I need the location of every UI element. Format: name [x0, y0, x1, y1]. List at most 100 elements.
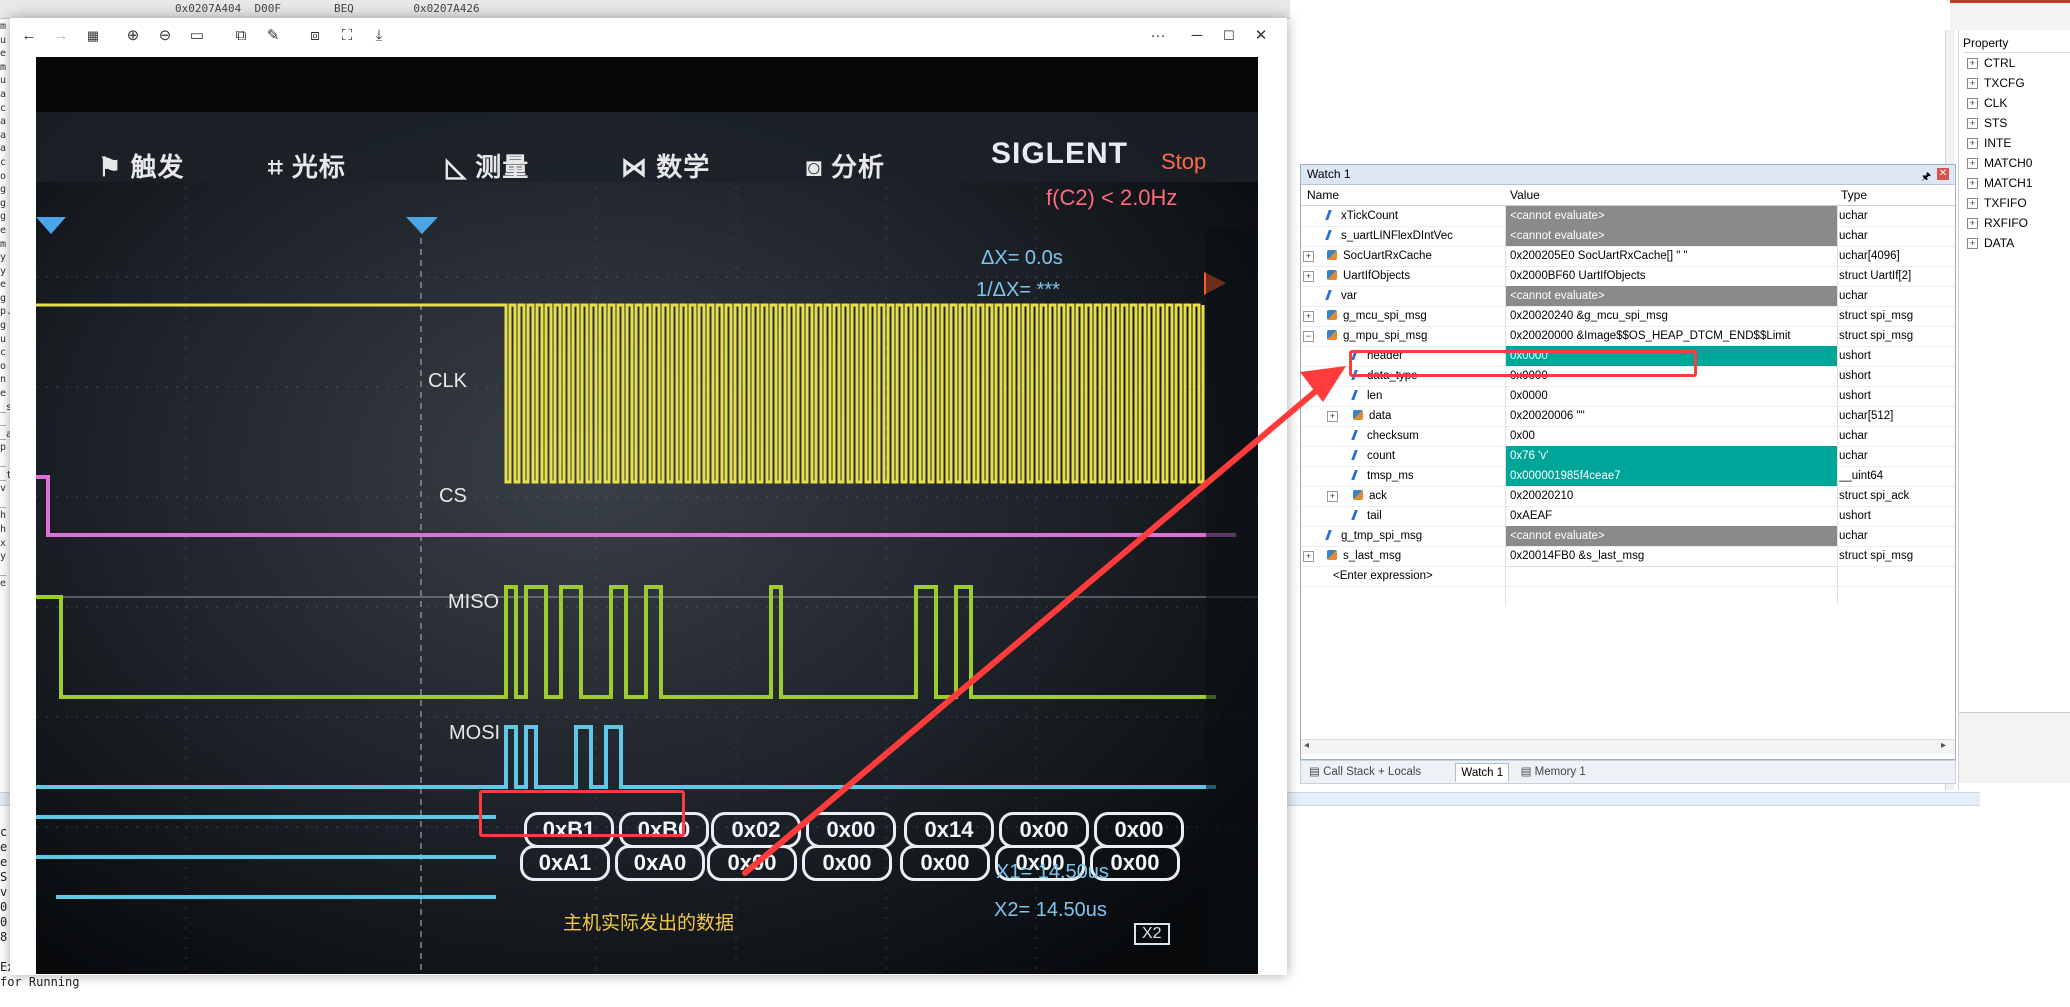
maximize-icon[interactable]: ☐ [1220, 27, 1238, 45]
compare-icon[interactable]: ⧈ [306, 27, 324, 45]
save-icon[interactable]: ⤓ [370, 27, 388, 45]
zoom-in-icon[interactable]: ⊕ [124, 27, 142, 45]
code-line-fragment: _ [0, 415, 7, 427]
scroll-left-icon[interactable]: ◂ [1304, 740, 1309, 751]
watch-row[interactable]: + UartIfObjects 0x2000BF60 UartIfObjects st… [1301, 266, 1955, 287]
watch-row-type: struct spi_msg [1839, 550, 1914, 562]
expand-icon[interactable]: + [1967, 158, 1978, 170]
column-header-name[interactable]: Name [1307, 188, 1339, 202]
tab-call-stack-locals[interactable]: ▤ Call Stack + Locals [1304, 763, 1426, 781]
close-icon[interactable]: ✕ [1937, 168, 1949, 180]
expand-toggle-icon[interactable]: + [1327, 411, 1338, 422]
watch-row-value[interactable]: 0x200205E0 SocUartRxCache[] " " [1506, 246, 1837, 266]
watch-row-value[interactable]: 0x20014FB0 &s_last_msg [1506, 546, 1837, 566]
expand-icon[interactable]: + [1967, 198, 1978, 210]
watch-row[interactable]: <Enter expression> [1301, 566, 1955, 587]
watch-row-value[interactable]: <cannot evaluate> [1506, 206, 1837, 226]
watch-row-value[interactable]: 0x000001985f4ceae7 [1506, 466, 1837, 486]
watch-row-value[interactable]: 0x20020210 [1506, 486, 1837, 506]
expand-toggle-icon[interactable]: + [1303, 311, 1314, 322]
horizontal-scrollbar[interactable]: ◂ ▸ [1301, 739, 1955, 754]
expand-icon[interactable]: + [1967, 178, 1978, 190]
watch-row-value[interactable]: 0xAEAF [1506, 506, 1837, 526]
expand-toggle-icon[interactable]: + [1303, 251, 1314, 262]
watch-row[interactable]: s_uartLINFlexDIntVec <cannot evaluate> uch… [1301, 226, 1955, 247]
fit-icon[interactable]: ▭ [188, 27, 206, 45]
watch-row[interactable]: + s_last_msg 0x20014FB0 &s_last_msg struct … [1301, 546, 1955, 567]
watch-row[interactable]: tmsp_ms 0x000001985f4ceae7 __uint64 [1301, 466, 1955, 487]
expand-icon[interactable]: + [1967, 58, 1978, 70]
struct-icon [1327, 310, 1337, 320]
code-line-fragment: _ [0, 456, 7, 467]
property-item-label: STS [1984, 116, 2008, 130]
cursor-x1-readout: X1= 14.50us [996, 861, 1109, 883]
property-item[interactable]: + MATCH0 [1967, 154, 2032, 172]
grid-icon[interactable]: ▦ [84, 27, 102, 45]
watch-row[interactable]: count 0x76 'v' uchar [1301, 446, 1955, 467]
struct-icon [1327, 270, 1337, 280]
back-icon[interactable]: ← [20, 27, 38, 45]
forward-icon[interactable]: → [52, 27, 70, 45]
zoom-out-icon[interactable]: ⊖ [156, 27, 174, 45]
expand-icon[interactable]: + [1967, 138, 1978, 150]
watch-row-value[interactable] [1506, 566, 1837, 587]
watch-row[interactable]: + ack 0x20020210 struct spi_ack [1301, 486, 1955, 507]
code-line-fragment: u [0, 333, 7, 345]
watch-row[interactable]: len 0x0000 ushort [1301, 386, 1955, 407]
watch-row-value[interactable]: 0x0000 [1506, 386, 1837, 406]
watch-row-value[interactable]: 0x76 'v' [1506, 446, 1837, 466]
expand-toggle-icon[interactable]: + [1327, 491, 1338, 502]
watch-row[interactable]: xTickCount <cannot evaluate> uchar [1301, 206, 1955, 227]
property-item-label: MATCH0 [1984, 156, 2033, 170]
expand-toggle-icon[interactable]: + [1303, 271, 1314, 282]
expand-icon[interactable]: + [1967, 218, 1978, 230]
watch-row[interactable]: + SocUartRxCache 0x200205E0 SocUartRxCache… [1301, 246, 1955, 267]
column-header-value[interactable]: Value [1510, 188, 1540, 202]
expand-icon[interactable]: + [1967, 238, 1978, 250]
code-line-fragment: _ [0, 496, 7, 508]
property-item[interactable]: + INTE [1967, 134, 2011, 152]
watch-row-value[interactable]: 0x20020240 &g_mcu_spi_msg [1506, 306, 1837, 326]
column-divider [1837, 205, 1838, 605]
property-item[interactable]: + TXCFG [1967, 74, 2025, 92]
expand-icon[interactable]: + [1967, 118, 1978, 130]
property-item[interactable]: + TXFIFO [1967, 194, 2027, 212]
fullscreen-icon[interactable]: ⛶ [338, 27, 356, 45]
watch-row[interactable]: tail 0xAEAF ushort [1301, 506, 1955, 527]
watch-row-value[interactable]: 0x20020006 "" [1506, 406, 1837, 426]
watch-row-value[interactable]: 0x20020000 &Image$$OS_HEAP_DTCM_END$$Lim… [1506, 326, 1837, 346]
tab-watch-1[interactable]: Watch 1 [1455, 763, 1510, 782]
watch-row[interactable]: checksum 0x00 uchar [1301, 426, 1955, 447]
property-item[interactable]: + RXFIFO [1967, 214, 2028, 232]
edit-icon[interactable]: ✎ [264, 27, 282, 45]
property-item[interactable]: + CLK [1967, 94, 2007, 112]
watch-row[interactable]: − g_mpu_spi_msg 0x20020000 &Image$$OS_HEAP… [1301, 326, 1955, 347]
more-icon[interactable]: ··· [1146, 27, 1170, 45]
scroll-right-icon[interactable]: ▸ [1941, 740, 1946, 751]
watch-row[interactable]: g_tmp_spi_msg <cannot evaluate> uchar [1301, 526, 1955, 547]
watch-row[interactable]: + g_mcu_spi_msg 0x20020240 &g_mcu_spi_msg s… [1301, 306, 1955, 327]
property-item[interactable]: + CTRL [1967, 54, 2015, 72]
column-header-type[interactable]: Type [1841, 188, 1867, 202]
property-item[interactable]: + DATA [1967, 234, 2014, 252]
crop-icon[interactable]: ⧉ [232, 27, 250, 45]
property-item[interactable]: + STS [1967, 114, 2007, 132]
watch-row-value[interactable]: 0x00 [1506, 426, 1837, 446]
property-item[interactable]: + MATCH1 [1967, 174, 2032, 192]
property-panel: Property + CTRL + TXCFG + CLK + STS + INTE + MATCH0… [1958, 30, 2070, 790]
watch-row-value[interactable]: <cannot evaluate> [1506, 526, 1837, 546]
close-icon[interactable]: ✕ [1252, 27, 1270, 45]
expand-icon[interactable]: + [1967, 78, 1978, 90]
watch-row[interactable]: + data 0x20020006 "" uchar[512] [1301, 406, 1955, 427]
property-item-label: TXCFG [1984, 76, 2025, 90]
tab-memory-1[interactable]: ▤ Memory 1 [1516, 763, 1591, 781]
minimize-icon[interactable]: ─ [1188, 27, 1206, 45]
expand-icon[interactable]: + [1967, 98, 1978, 110]
expand-toggle-icon[interactable]: + [1303, 551, 1314, 562]
tab-label: Watch 1 [1461, 767, 1504, 779]
watch-row-value[interactable]: <cannot evaluate> [1506, 286, 1837, 306]
watch-row-value[interactable]: 0x2000BF60 UartIfObjects [1506, 266, 1837, 286]
watch-row[interactable]: var <cannot evaluate> uchar [1301, 286, 1955, 307]
expand-toggle-icon[interactable]: − [1303, 331, 1314, 342]
watch-row-value[interactable]: <cannot evaluate> [1506, 226, 1837, 246]
